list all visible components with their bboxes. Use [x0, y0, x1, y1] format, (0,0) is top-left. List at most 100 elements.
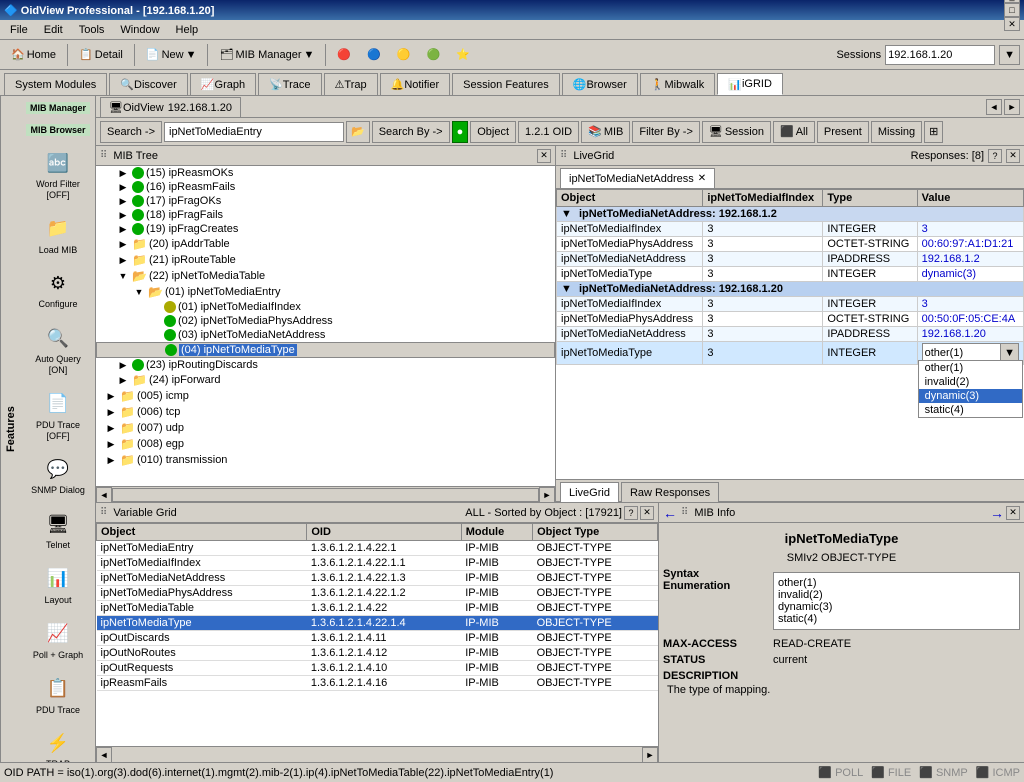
tree-item[interactable]: ▶ (19) ipFragCreates	[96, 222, 555, 236]
detail-button[interactable]: 📋 Detail	[72, 43, 130, 67]
nav-forward-button[interactable]: ►	[1004, 99, 1020, 115]
tree-toggle[interactable]: ▼	[116, 271, 130, 281]
new-button[interactable]: 📄 New ▼	[139, 43, 204, 67]
dropdown-option-dynamic[interactable]: dynamic(3)	[919, 389, 1022, 403]
tree-item[interactable]: ▶ 📁 (20) ipAddrTable	[96, 236, 555, 252]
tree-toggle[interactable]: ▶	[116, 375, 130, 386]
tree-item[interactable]: ▶ (18) ipFragFails	[96, 208, 555, 222]
dropdown-option-invalid[interactable]: invalid(2)	[919, 375, 1022, 389]
tab-igrid[interactable]: 📊 iGRID	[717, 73, 783, 95]
oid-button[interactable]: 1.2.1 OID	[518, 121, 579, 143]
dropdown-option-static[interactable]: static(4)	[919, 403, 1022, 417]
mib-manager-button[interactable]: 🗂 MIB Manager ▼	[212, 43, 321, 67]
vg-row[interactable]: ipNetToMediaIfIndex 1.3.6.1.2.1.4.22.1.1…	[97, 556, 658, 571]
vg-row[interactable]: ipNetToMediaNetAddress 1.3.6.1.2.1.4.22.…	[97, 571, 658, 586]
vg-hscroll-track[interactable]	[112, 747, 642, 762]
tree-toggle[interactable]: ▶	[116, 168, 130, 179]
search-browse-button[interactable]: 📂	[346, 121, 370, 143]
vg-row[interactable]: ipOutDiscards 1.3.6.1.2.1.4.11 IP-MIB OB…	[97, 631, 658, 646]
tree-item[interactable]: ▶ 📁 (006) tcp	[96, 404, 555, 420]
vg-row[interactable]: ipNetToMediaTable 1.3.6.1.2.1.4.22 IP-MI…	[97, 601, 658, 616]
sidebar-item-mib-browser[interactable]: MIB Browser	[23, 120, 93, 140]
toolbar-icon-2[interactable]: 🔵	[360, 43, 388, 67]
tree-item[interactable]: (01) ipNetToMediaIfIndex	[96, 300, 555, 314]
home-button[interactable]: 🏠 Home	[4, 43, 63, 67]
sidebar-item-pdu-trace2[interactable]: 📋 PDU Trace	[23, 668, 93, 721]
tree-toggle[interactable]: ▶	[116, 210, 130, 221]
sidebar-item-mib-manager[interactable]: MIB Manager	[23, 98, 93, 118]
sidebar-item-snmp-dialog[interactable]: 💬 SNMP Dialog	[23, 448, 93, 501]
mib-info-nav-back[interactable]: ←	[663, 505, 677, 521]
var-grid-hscrollbar[interactable]: ◄ ►	[96, 746, 658, 762]
section-2-collapse-icon[interactable]: ▼	[561, 283, 572, 295]
menu-tools[interactable]: Tools	[71, 22, 113, 38]
section-collapse-icon[interactable]: ▼	[561, 208, 572, 220]
new-dropdown-arrow[interactable]: ▼	[186, 49, 197, 61]
vg-row[interactable]: ipOutRequests 1.3.6.1.2.1.4.10 IP-MIB OB…	[97, 661, 658, 676]
tree-toggle[interactable]: ▶	[104, 455, 118, 466]
sidebar-item-trap[interactable]: ⚡ TRAP	[23, 722, 93, 762]
tree-item[interactable]: ▼ 📂 (01) ipNetToMediaEntry	[96, 284, 555, 300]
tree-toggle[interactable]: ▶	[104, 423, 118, 434]
tree-item[interactable]: ▶ 📁 (008) egp	[96, 436, 555, 452]
sidebar-item-configure[interactable]: ⚙ Configure	[23, 262, 93, 315]
mib-tree-close-button[interactable]: ✕	[537, 149, 551, 163]
sidebar-item-layout[interactable]: 📊 Layout	[23, 558, 93, 611]
vg-row[interactable]: ipNetToMediaPhysAddress 1.3.6.1.2.1.4.22…	[97, 586, 658, 601]
livegrid-tab[interactable]: LiveGrid	[560, 482, 619, 502]
sessions-input[interactable]	[885, 45, 995, 65]
oidview-tab[interactable]: 🖥 OidView 192.168.1.20	[100, 97, 241, 117]
tree-item[interactable]: ▶ (16) ipReasmFails	[96, 180, 555, 194]
mib-info-nav-forward[interactable]: →	[990, 505, 1004, 521]
tree-item[interactable]: ▶ (17) ipFragOKs	[96, 194, 555, 208]
toolbar-icon-3[interactable]: 🟡	[390, 43, 418, 67]
toolbar-icon-5[interactable]: ⭐	[449, 43, 477, 67]
livegrid-help-button[interactable]: ?	[988, 149, 1002, 163]
tab-graph[interactable]: 📈 Graph	[190, 73, 256, 95]
tab-session-features[interactable]: Session Features	[452, 73, 560, 95]
filter-by-button[interactable]: Filter By ->	[632, 121, 699, 143]
mib-button[interactable]: 📚 MIB	[581, 121, 630, 143]
tree-item[interactable]: ▶ 📁 (007) udp	[96, 420, 555, 436]
lg-tab-close-button[interactable]: ✕	[698, 173, 706, 184]
lg-cell-value-editable[interactable]: other(1) ▼ other(1) invalid(2) dynamic(3…	[917, 342, 1023, 365]
present-button[interactable]: Present	[817, 121, 869, 143]
mib-info-close-button[interactable]: ✕	[1006, 506, 1020, 520]
sidebar-item-poll-graph[interactable]: 📈 Poll + Graph	[23, 613, 93, 666]
tree-toggle[interactable]: ▶	[116, 182, 130, 193]
tree-item[interactable]: ▶ 📁 (010) transmission	[96, 452, 555, 468]
raw-responses-tab[interactable]: Raw Responses	[621, 482, 719, 502]
tab-browser[interactable]: 🌐 Browser	[562, 73, 638, 95]
tree-item-selected[interactable]: (04) ipNetToMediaType	[96, 342, 555, 358]
vg-hscroll-right[interactable]: ►	[642, 747, 658, 762]
vg-hscroll-left[interactable]: ◄	[96, 747, 112, 762]
tab-trap[interactable]: ⚠ Trap	[324, 73, 378, 95]
menu-edit[interactable]: Edit	[36, 22, 71, 38]
tree-item[interactable]: (03) ipNetToMediaNetAddress	[96, 328, 555, 342]
sidebar-item-telnet[interactable]: 🖥 Telnet	[23, 503, 93, 556]
lg-row-editable[interactable]: ipNetToMediaType 3 INTEGER other(1) ▼	[557, 342, 1024, 365]
close-button[interactable]: ✕	[1004, 17, 1020, 31]
sidebar-item-word-filter[interactable]: 🔤 Word Filter[OFF]	[23, 142, 93, 206]
sidebar-item-load-mib[interactable]: 📁 Load MIB	[23, 208, 93, 261]
search-by-button[interactable]: Search By ->	[372, 121, 450, 143]
search-input[interactable]	[164, 122, 344, 142]
tree-item[interactable]: ▼ 📂 (22) ipNetToMediaTable	[96, 268, 555, 284]
tree-toggle[interactable]: ▶	[116, 224, 130, 235]
menu-window[interactable]: Window	[112, 22, 167, 38]
vg-row[interactable]: ipReasmFails 1.3.6.1.2.1.4.16 IP-MIB OBJ…	[97, 676, 658, 691]
livegrid-close-button[interactable]: ✕	[1006, 149, 1020, 163]
menu-help[interactable]: Help	[168, 22, 207, 38]
tree-toggle[interactable]: ▶	[104, 439, 118, 450]
tree-item[interactable]: ▶ (23) ipRoutingDiscards	[96, 358, 555, 372]
sidebar-item-auto-query[interactable]: 🔍 Auto Query[ON]	[23, 317, 93, 381]
menu-file[interactable]: File	[2, 22, 36, 38]
search-go-button[interactable]: Search ->	[100, 121, 162, 143]
lg-tab-ip-address[interactable]: ipNetToMediaNetAddress ✕	[560, 168, 715, 188]
all-button[interactable]: ⬛ All	[773, 121, 815, 143]
grid-view-button[interactable]: ⊞	[924, 121, 943, 143]
tree-toggle[interactable]: ▶	[116, 239, 130, 250]
var-grid-close-button[interactable]: ✕	[640, 506, 654, 520]
vg-row[interactable]: ipOutNoRoutes 1.3.6.1.2.1.4.12 IP-MIB OB…	[97, 646, 658, 661]
tree-item[interactable]: ▶ 📁 (005) icmp	[96, 388, 555, 404]
